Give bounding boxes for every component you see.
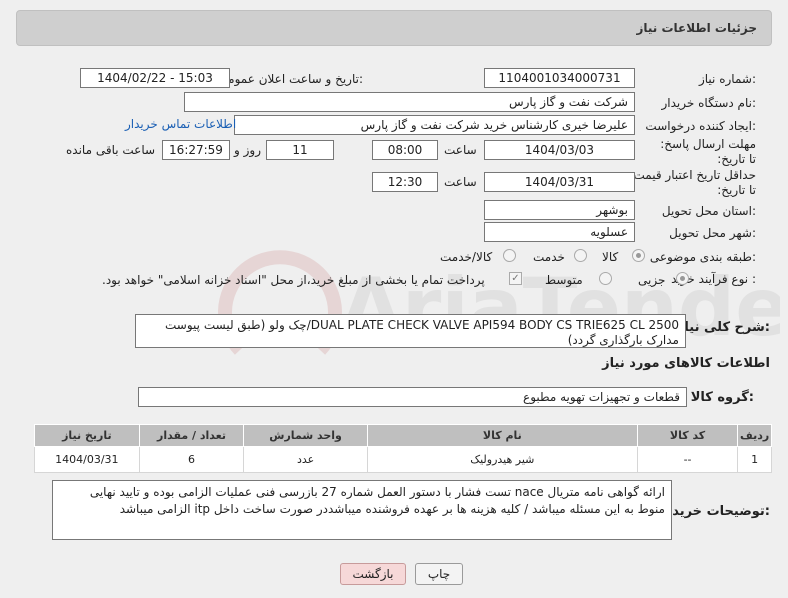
process-medium-radio[interactable] [599,272,612,285]
col-name-header: نام کالا [366,424,638,447]
goods-info-title: اطلاعات کالاهای مورد نیاز [602,356,770,371]
province-field: بوشهر [484,200,635,220]
deadline-date-field: 1404/03/03 [484,140,635,160]
category-goods-label: کالا [602,250,619,264]
print-button[interactable]: چاپ [415,563,463,585]
contact-buyer-link[interactable]: اطلاعات تماس خریدار [125,117,236,131]
goods-group-field: قطعات و تجهیزات تهویه مطبوع [138,387,687,407]
header-panel: جزئیات اطلاعات نیاز [16,10,772,46]
process-minor-radio[interactable] [676,272,689,285]
city-field: عسلویه [484,222,635,242]
deadline-time-label: ساعت [444,143,477,157]
col-date-header: تاریخ نیاز [34,424,140,447]
category-goods-service-radio[interactable] [503,249,516,262]
table-row: 1 -- شیر هیدرولیک عدد 6 1404/03/31 [34,446,772,473]
cell-need-date: 1404/03/31 [34,446,140,473]
process-medium-label: متوسط [545,273,583,287]
announce-label: تاریخ و ساعت اعلان عمومی: [218,72,363,86]
col-unit-header: واحد شمارش [243,424,368,447]
cell-item-code: -- [636,446,739,473]
items-table: ردیف کد کالا نام کالا واحد شمارش تعداد /… [34,424,772,473]
remaining-time-label: ساعت باقی مانده [66,143,156,157]
cell-unit: عدد [243,446,368,473]
days-remaining-field: 11 [266,140,334,160]
city-label: شهر محل تحویل: [669,226,756,240]
deadline-time-field: 08:00 [372,140,438,160]
remaining-time-field: 16:27:59 [162,140,230,160]
creator-field: علیرضا خیری کارشناس خرید شرکت نفت و گاز … [234,115,635,135]
back-button[interactable]: بازگشت [340,563,406,585]
description-label: شرح کلی نیاز: [676,320,770,335]
need-number-label: شماره نیاز: [698,72,756,86]
treasury-payment-note: پرداخت تمام یا بخشی از مبلغ خرید،از محل … [102,273,485,287]
validity-label: حداقل تاریخ اعتبار قیمت: تا تاریخ: [629,168,756,197]
category-service-radio[interactable] [574,249,587,262]
cell-quantity: 6 [138,446,245,473]
category-label: طبقه بندی موضوعی: [649,250,756,264]
deadline-label: مهلت ارسال پاسخ: تا تاریخ: [660,137,756,166]
category-goods-service-label: کالا/خدمت [440,250,493,264]
category-goods-radio[interactable] [632,249,645,262]
days-label: روز و [234,143,261,157]
validity-time-field: 12:30 [372,172,438,192]
col-qty-header: تعداد / مقدار [138,424,245,447]
description-field: DUAL PLATE CHECK VALVE API594 BODY CS TR… [135,314,686,348]
col-code-header: کد کالا [636,424,739,447]
announce-datetime-field: 1404/02/22 - 15:03 [80,68,230,88]
col-row-header: ردیف [737,424,772,447]
need-number-field: 1104001034000731 [484,68,635,88]
cell-row-number: 1 [737,446,772,473]
page-title: جزئیات اطلاعات نیاز [636,21,757,35]
goods-group-label: گروه کالا: [690,390,754,405]
creator-label: ایجاد کننده درخواست: [645,119,756,133]
process-minor-label: جزیی [638,273,666,287]
validity-date-field: 1404/03/31 [484,172,635,192]
buyer-label: نام دستگاه خریدار: [661,96,757,110]
table-header-row: ردیف کد کالا نام کالا واحد شمارش تعداد /… [34,424,772,447]
buyer-notes-label: توضیحات خریدار: [660,504,770,519]
province-label: استان محل تحویل: [661,204,756,218]
cell-item-name: شیر هیدرولیک [366,446,638,473]
category-service-label: خدمت [533,250,565,264]
buyer-field: شرکت نفت و گاز پارس [184,92,635,112]
buyer-notes-field: ارائه گواهی نامه متریال nace تست فشار با… [52,480,672,540]
treasury-payment-checkbox[interactable]: ✓ [509,272,522,285]
validity-time-label: ساعت [444,175,477,189]
